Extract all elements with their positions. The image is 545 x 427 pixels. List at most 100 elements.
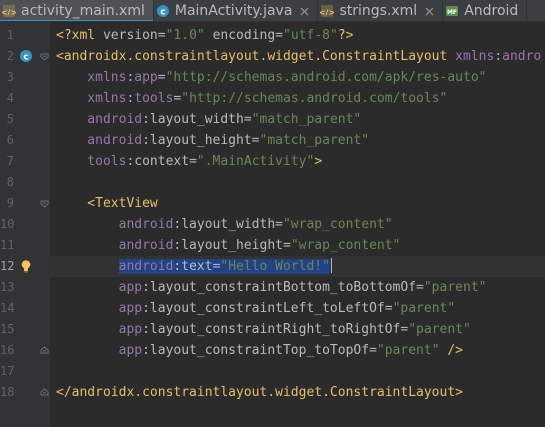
code-text[interactable]: app:layout_constraintTop_toTopOf="parent… [56,342,463,359]
gutter-cell: 15 [0,319,50,340]
code-token: android [118,259,174,274]
fold-marker-icon[interactable] [40,52,49,61]
gutter-cell: 5 [0,109,50,130]
close-icon[interactable] [425,7,434,16]
code-token: app [56,280,143,295]
code-text[interactable]: app:layout_constraintBottom_toBottomOf="… [56,279,487,296]
line-number: 14 [0,301,15,315]
code-token: : [494,49,503,64]
tab-strings-xml[interactable]: </> strings.xml [318,0,444,21]
code-text[interactable]: tools:context=".MainActivity"> [56,153,322,170]
code-token: = [157,28,166,43]
code-token: :layout_height [173,238,283,253]
code-token: "wrap_content" [290,238,401,253]
code-text[interactable]: android:layout_height="match_parent" [56,132,369,149]
code-line[interactable]: 9 <TextView [0,193,545,214]
code-line[interactable]: 18 </androidx.constraintlayout.widget.Con… [0,382,545,403]
code-line[interactable]: 16 app:layout_constraintTop_toTopOf="par… [0,340,545,361]
code-token: ?> [337,28,354,43]
fold-marker-icon[interactable] [40,199,49,208]
code-line[interactable]: 17 [0,361,545,382]
code-text[interactable]: </androidx.constraintlayout.widget.Const… [56,384,463,401]
code-token: = [282,238,291,253]
line-number: 9 [6,196,14,210]
line-number: 3 [6,70,14,84]
code-token: "wrap_content" [282,217,393,232]
code-text[interactable]: android:text="Hello World!" [56,258,333,275]
code-line[interactable]: 11 android:layout_height="wrap_content" [0,235,545,256]
code-token: "http://schemas.android.com/tools" [181,91,448,106]
tab-activity-main-xml[interactable]: </> activity_main.xml [0,0,154,21]
text-caret [330,258,333,273]
tab-label: activity_main.xml [21,3,145,19]
code-line[interactable]: 14 app:layout_constraintLeft_toLeftOf="p… [0,298,545,319]
tab-label: MainActivity.java [174,3,293,19]
code-text[interactable]: android:layout_height="wrap_content" [56,237,401,254]
gutter-cell: 1 [0,25,50,46]
code-line[interactable]: 6 android:layout_height="match_parent" [0,130,545,151]
code-token: :layout_width [173,217,276,232]
xml-file-icon: </> [2,4,16,18]
code-token: /> [439,343,464,358]
code-line[interactable]: 1 <?xml version="1.0" encoding="utf-8"?> [0,25,545,46]
code-token: "Hello World!" [220,259,330,274]
code-token: = [384,301,393,316]
code-token: :text [173,259,213,274]
code-line[interactable]: 2 c <androidx.constraintlayout.widget.Cons… [0,46,545,67]
lightbulb-icon[interactable] [19,259,33,273]
code-text[interactable]: xmlns:tools="http://schemas.android.com/… [56,90,447,107]
line-number: 5 [6,112,14,126]
gutter-cell: 17 [0,361,50,382]
line-number: 8 [6,175,14,189]
code-line[interactable]: 15 app:layout_constraintRight_toRightOf=… [0,319,545,340]
line-number: 13 [0,280,15,294]
code-token: "parent" [392,301,456,316]
xml-file-icon: </> [320,4,334,18]
code-token: "parent" [376,343,440,358]
related-class-icon[interactable]: c [19,49,33,63]
line-number: 7 [6,154,14,168]
code-token: = [275,28,284,43]
code-text[interactable]: xmlns:app="http://schemas.android.com/ap… [56,69,486,86]
code-token: app [56,343,143,358]
code-token: android [56,217,174,232]
line-number: 1 [6,28,14,42]
code-line[interactable]: 8 [0,172,545,193]
tab-android-manifest[interactable]: MF Android [443,0,528,21]
gutter-cell: 10 [0,214,50,235]
fold-marker-icon[interactable] [40,388,49,397]
code-line[interactable]: 3 xmlns:app="http://schemas.android.com/… [0,67,545,88]
code-editor[interactable]: 1 <?xml version="1.0" encoding="utf-8"?> 2… [0,22,545,427]
code-line[interactable]: 7 tools:context=".MainActivity"> [0,151,545,172]
code-token: = [251,133,260,148]
tab-mainactivity-java[interactable]: c MainActivity.java [154,0,319,21]
gutter-cell: 3 [0,67,50,88]
code-text[interactable]: app:layout_constraintLeft_toLeftOf="pare… [56,300,456,317]
line-number: 15 [0,322,15,336]
code-line[interactable]: 5 android:layout_width="match_parent" [0,109,545,130]
code-text[interactable]: <androidx.constraintlayout.widget.Constr… [56,48,541,65]
line-number: 11 [0,238,15,252]
code-text[interactable]: app:layout_constraintRight_toRightOf="pa… [56,321,471,338]
gutter-cell: 8 [0,172,50,193]
code-token: <?xml [56,28,103,43]
code-text[interactable]: android:layout_width="match_parent" [56,111,361,128]
code-token: = [416,280,424,295]
code-line[interactable]: 4 xmlns:tools="http://schemas.android.co… [0,88,545,109]
code-token: andro [502,49,542,64]
code-line[interactable]: 13 app:layout_constraintBottom_toBottomO… [0,277,545,298]
code-token: "parent" [408,322,471,337]
svg-text:c: c [23,53,28,63]
code-text[interactable]: <TextView [56,195,157,212]
code-line[interactable]: 12 android:text="Hello World!" [0,256,545,277]
code-text[interactable]: <?xml version="1.0" encoding="utf-8"?> [56,27,353,44]
tab-label: Android [464,3,519,19]
code-text[interactable]: android:layout_width="wrap_content" [56,216,393,233]
gutter-cell: 6 [0,130,50,151]
code-line[interactable]: 10 android:layout_width="wrap_content" [0,214,545,235]
code-token: = [275,217,283,232]
close-icon[interactable] [300,7,309,16]
fold-marker-icon[interactable] [40,346,49,355]
code-token: "1.0" [165,28,205,43]
